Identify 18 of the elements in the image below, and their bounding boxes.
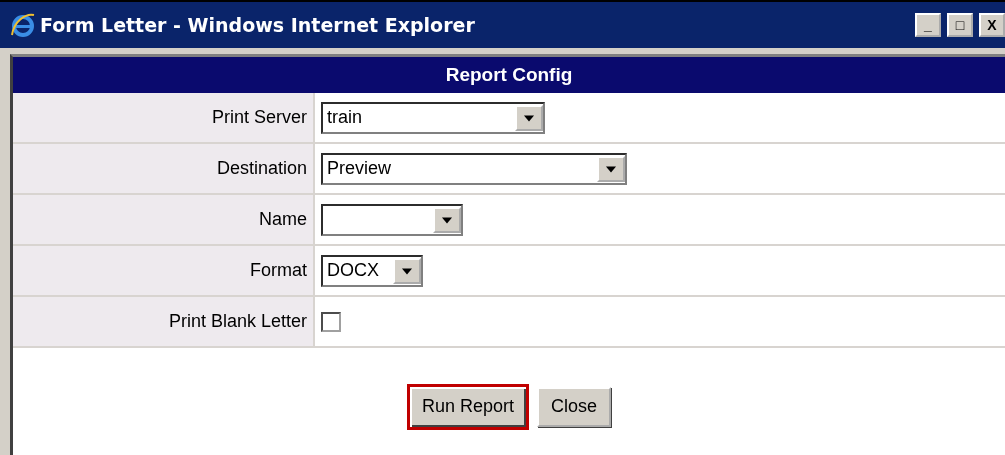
window-control-button[interactable]: □ bbox=[947, 13, 973, 37]
dropdown-field[interactable] bbox=[321, 203, 463, 236]
section-header: Report Config bbox=[13, 57, 1005, 93]
dropdown-field[interactable]: Preview bbox=[321, 152, 627, 185]
window-title: Form Letter - Windows Internet Explorer bbox=[40, 14, 476, 36]
checkbox[interactable] bbox=[321, 311, 341, 332]
dropdown-field[interactable]: train bbox=[321, 101, 545, 134]
field-label: Format bbox=[13, 246, 315, 295]
field-label: Print Blank Letter bbox=[13, 297, 315, 346]
action-button[interactable]: Close bbox=[537, 386, 612, 427]
field-label: Destination bbox=[13, 144, 315, 193]
field-label: Name bbox=[13, 195, 315, 244]
window-control-button[interactable]: X bbox=[979, 13, 1005, 37]
window-control-button[interactable]: _ bbox=[915, 13, 941, 37]
field-label: Print Server bbox=[13, 93, 315, 142]
dropdown-field[interactable]: DOCX bbox=[321, 254, 423, 287]
action-button[interactable]: Run Report bbox=[406, 383, 529, 430]
browser-logo-icon bbox=[10, 11, 36, 39]
